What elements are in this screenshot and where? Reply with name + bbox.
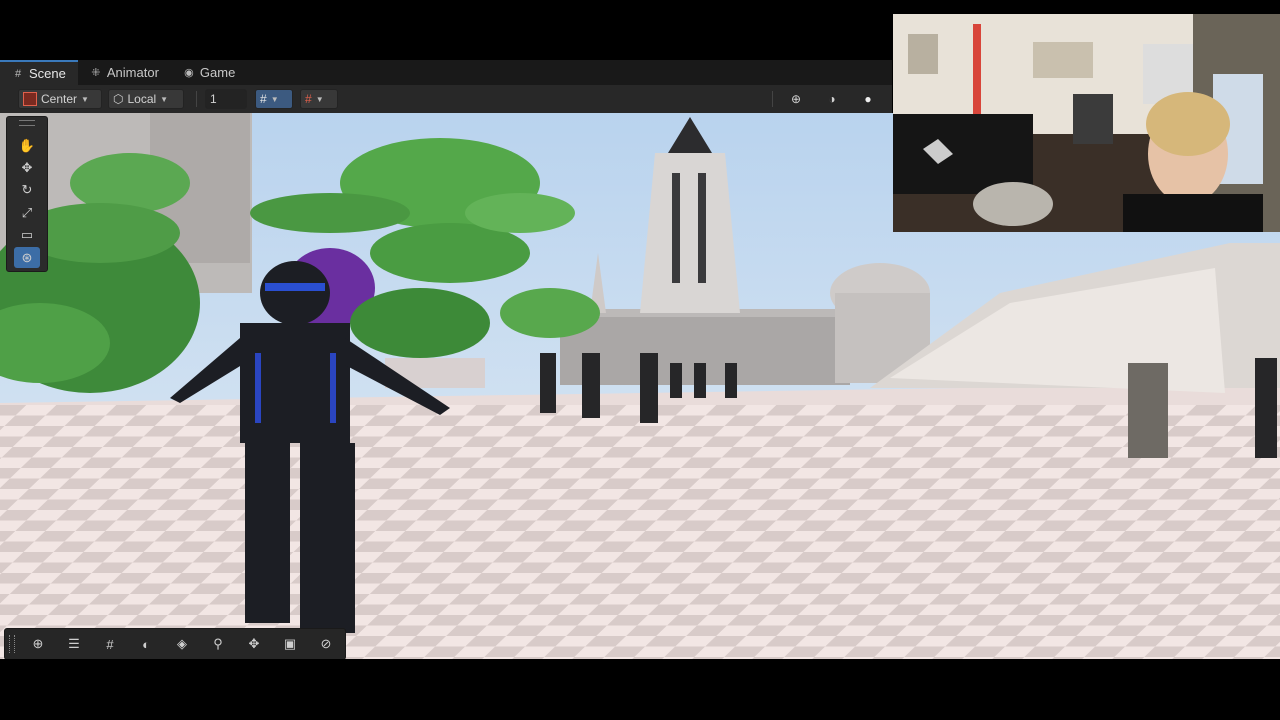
transform-icon: ⊛	[21, 249, 33, 265]
hand-tool-button[interactable]: ✋	[14, 135, 40, 156]
editor-tab-bar: # Scene ⁜ Animator ◉ Game	[0, 60, 892, 85]
overlay-grip[interactable]	[9, 635, 15, 653]
rect-icon: ▭	[20, 226, 34, 242]
tab-game-label: Game	[199, 65, 236, 80]
letterbox-bottom	[0, 659, 1280, 720]
toolbar-divider	[196, 91, 197, 107]
move-button[interactable]: ✥	[239, 633, 269, 655]
chevron-down-icon: ▼	[315, 94, 324, 104]
grid-icon: #	[106, 636, 114, 652]
shading-button[interactable]: ◐	[131, 633, 161, 655]
grid-snap-toggle[interactable]: # ▼	[255, 89, 293, 109]
camera-icon: ▣	[283, 636, 297, 651]
pivot-dropdown[interactable]: Center ▼	[18, 89, 102, 109]
shading-button[interactable]: ●	[856, 89, 880, 109]
rotate-icon: ↻	[21, 181, 33, 197]
render-mode-button[interactable]: ◑	[820, 89, 844, 109]
camera-button[interactable]: ▣	[275, 633, 305, 655]
gizmo-axis-icon: ⊕	[32, 636, 44, 651]
chevron-down-icon: ▼	[270, 94, 279, 104]
move-tool-button[interactable]: ✥	[14, 157, 40, 178]
search-icon: ⚲	[213, 636, 223, 651]
toolbar-divider	[772, 91, 773, 107]
draw-mode-button[interactable]: ⊕	[784, 89, 808, 109]
chevron-down-icon: ▼	[160, 94, 169, 104]
space-dropdown[interactable]: ⬡ Local ▼	[108, 89, 184, 109]
search-button[interactable]: ⚲	[203, 633, 233, 655]
transform-tool-button[interactable]: ⊛	[14, 247, 40, 268]
grid-increment-field[interactable]: 1	[205, 89, 247, 109]
diamond-icon: ◈	[177, 636, 187, 651]
grid-increment-value: 1	[210, 92, 217, 106]
tab-game[interactable]: ◉ Game	[171, 60, 247, 85]
cube-icon: ⬡	[113, 92, 124, 106]
overlay-grip[interactable]	[19, 120, 35, 126]
tab-animator[interactable]: ⁜ Animator	[78, 60, 171, 85]
rect-tool-button[interactable]: ▭	[14, 224, 40, 245]
snap-settings-dropdown[interactable]: # ▼	[300, 89, 338, 109]
grid-button[interactable]: #	[95, 633, 125, 655]
solid-circle-icon: ●	[864, 92, 872, 106]
animator-icon: ⁜	[91, 67, 101, 79]
sliders-icon: ☰	[68, 636, 80, 651]
move-arrows-icon: ✥	[248, 636, 260, 651]
tab-scene-label: Scene	[29, 66, 66, 81]
move-icon: ✥	[21, 159, 33, 175]
globe-icon: ⊕	[790, 92, 802, 106]
chevron-down-icon: ▼	[81, 94, 89, 104]
pivot-center-icon	[23, 92, 37, 106]
grid-snap-icon: #	[260, 92, 267, 106]
space-label: Local	[127, 92, 157, 106]
tab-animator-label: Animator	[106, 65, 159, 80]
webcam-overlay	[893, 14, 1280, 232]
scene-view-overlay-bar: ⊕ ☰ # ◐ ◈ ⚲ ✥ ▣ ⊘	[4, 628, 346, 660]
scale-tool-button[interactable]: ⤢	[14, 202, 40, 223]
compass-button[interactable]: ⊘	[311, 633, 341, 655]
layers-button[interactable]: ☰	[59, 633, 89, 655]
sphere-icon: ◑	[828, 92, 836, 106]
snap-icon: #	[305, 92, 312, 106]
rotate-tool-button[interactable]: ↻	[14, 179, 40, 200]
half-circle-icon: ◐	[142, 636, 150, 652]
hand-icon: ✋	[18, 137, 36, 153]
scale-icon: ⤢	[21, 204, 33, 220]
tab-scene[interactable]: # Scene	[0, 60, 78, 85]
grid-hash-icon: #	[14, 67, 22, 80]
scene-toolbar: Center ▼ ⬡ Local ▼ 1 # ▼ # ▼ ⊕ ◑ ●	[0, 85, 892, 114]
gamepad-icon: ◉	[184, 67, 194, 79]
gizmos-button[interactable]: ◈	[167, 633, 197, 655]
pivot-label: Center	[41, 92, 78, 106]
compass-icon: ⊘	[320, 636, 332, 651]
view-options-button[interactable]: ⊕	[23, 633, 53, 655]
scene-tools-overlay: ✋ ✥ ↻ ⤢ ▭ ⊛	[6, 116, 48, 272]
webcam-image	[893, 14, 1280, 232]
